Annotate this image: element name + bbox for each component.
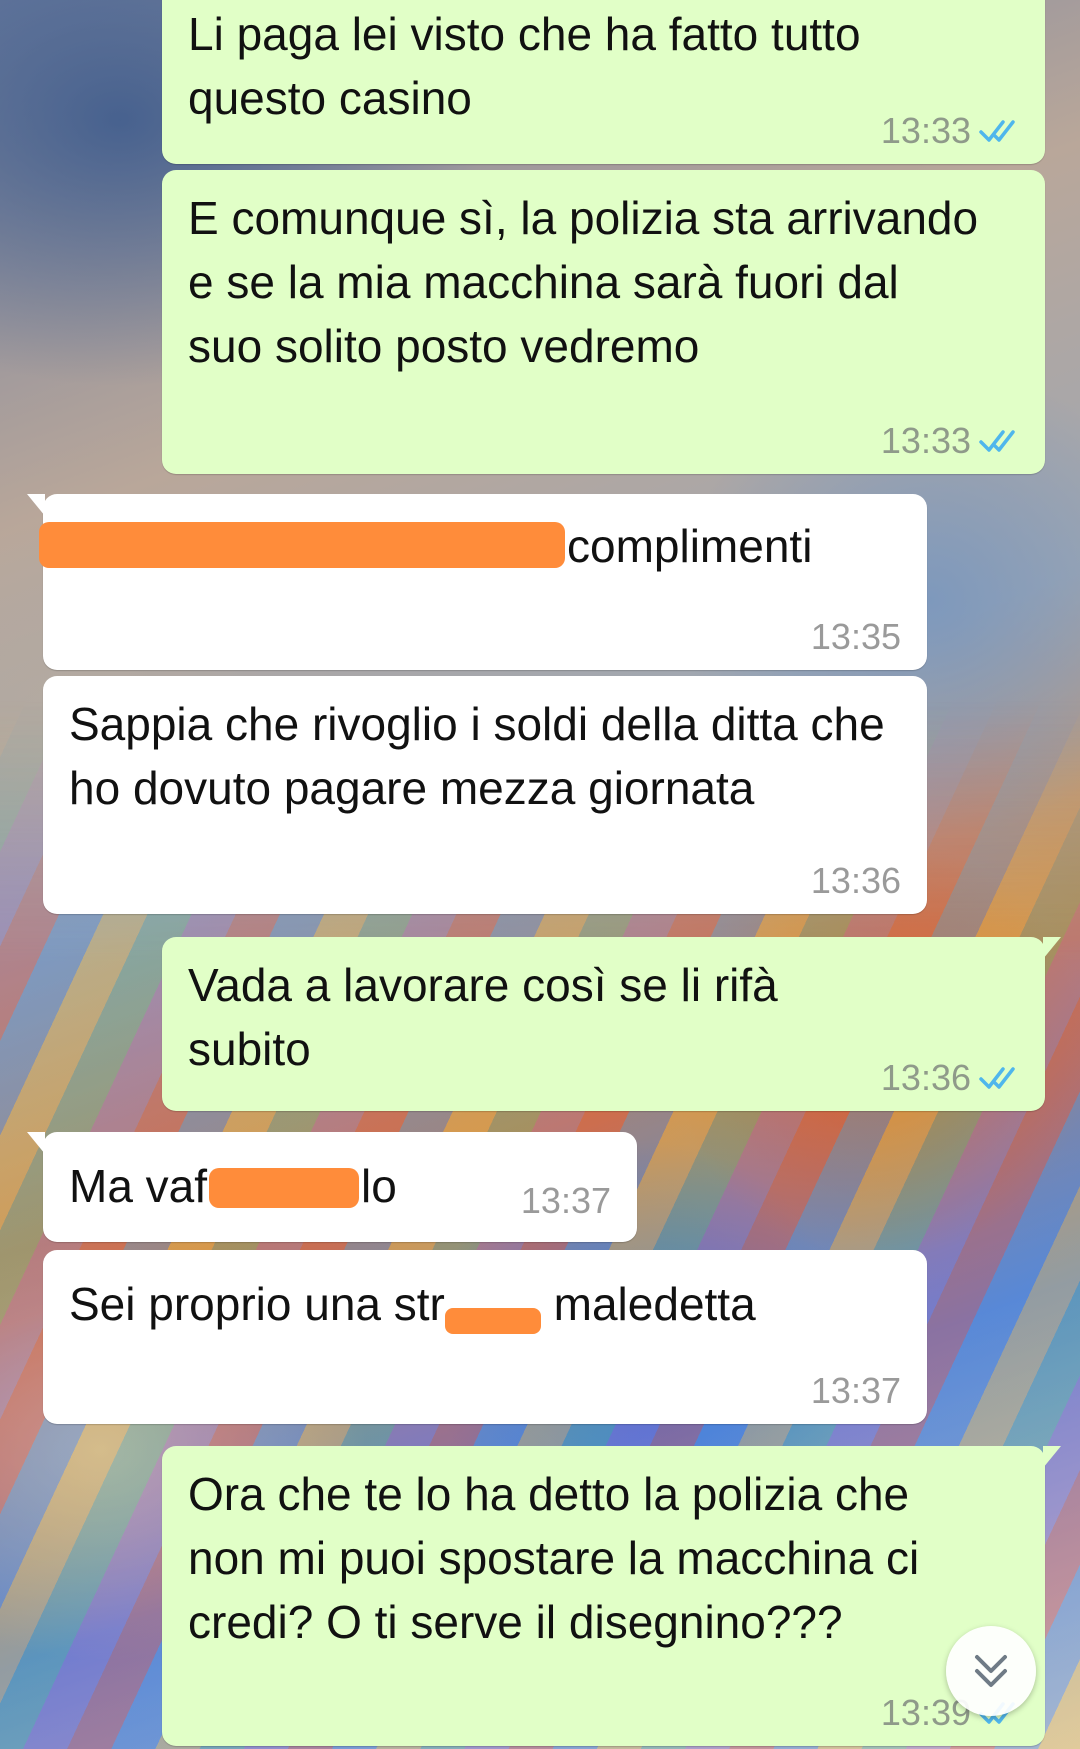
message-meta: 13:33 <box>881 110 1025 152</box>
redaction-bar <box>209 1168 360 1208</box>
message-bubble-incoming[interactable]: Sei proprio una str maledetta 13:37 <box>43 1250 927 1424</box>
message-bubble-incoming[interactable]: complimenti 13:35 <box>27 494 927 670</box>
message-time: 13:33 <box>880 110 971 151</box>
message-time: 13:36 <box>810 860 901 901</box>
message-text-start: Sei proprio una str <box>69 1278 445 1330</box>
message-bubble-outgoing[interactable]: Li paga lei visto che ha fatto tutto que… <box>162 0 1045 164</box>
message-text: Li paga lei visto che ha fatto tutto que… <box>188 8 874 124</box>
message-meta: 13:37 <box>811 1370 901 1412</box>
double-check-icon <box>979 1067 1015 1089</box>
message-meta: 13:37 <box>521 1180 611 1222</box>
message-time: 13:37 <box>520 1180 611 1221</box>
message-bubble-outgoing[interactable]: E comunque sì, la polizia sta arrivando … <box>162 170 1045 474</box>
message-meta: 13:36 <box>881 1057 1025 1099</box>
message-text: Vada a lavorare così se li rifà subito <box>188 959 791 1075</box>
message-meta: 13:36 <box>811 860 901 902</box>
message-bubble-outgoing[interactable]: Ora che te lo ha detto la polizia che no… <box>162 1446 1061 1746</box>
message-time: 13:37 <box>810 1370 901 1411</box>
message-text: E comunque sì, la polizia sta arrivando … <box>188 192 991 372</box>
message-text-end: lo <box>361 1160 397 1212</box>
redaction-bar <box>39 522 565 568</box>
message-text: complimenti <box>567 520 813 572</box>
double-check-icon <box>979 120 1015 142</box>
message-bubble-incoming[interactable]: Ma vaf lo 13:37 <box>27 1132 637 1242</box>
message-meta: 13:35 <box>811 616 901 658</box>
message-text-start: Ma vaf <box>69 1160 208 1212</box>
chevron-double-down-icon <box>975 1655 1007 1687</box>
redaction-bar <box>444 1308 541 1334</box>
message-text: Sappia che rivoglio i soldi della ditta … <box>69 698 898 814</box>
scroll-to-bottom-button[interactable] <box>946 1626 1036 1716</box>
message-time: 13:33 <box>880 420 971 461</box>
message-text: Ora che te lo ha detto la polizia che no… <box>188 1468 933 1648</box>
message-text: Ma vaf lo <box>69 1154 397 1218</box>
message-time: 13:35 <box>810 616 901 657</box>
double-check-icon <box>979 430 1015 452</box>
message-bubble-incoming[interactable]: Sappia che rivoglio i soldi della ditta … <box>43 676 927 914</box>
message-meta: 13:33 <box>881 420 1025 462</box>
message-time: 13:36 <box>880 1057 971 1098</box>
message-bubble-outgoing[interactable]: Vada a lavorare così se li rifà subito 1… <box>162 937 1061 1111</box>
message-text-end: maledetta <box>540 1278 756 1330</box>
message-text: Sei proprio una str maledetta <box>69 1272 901 1336</box>
